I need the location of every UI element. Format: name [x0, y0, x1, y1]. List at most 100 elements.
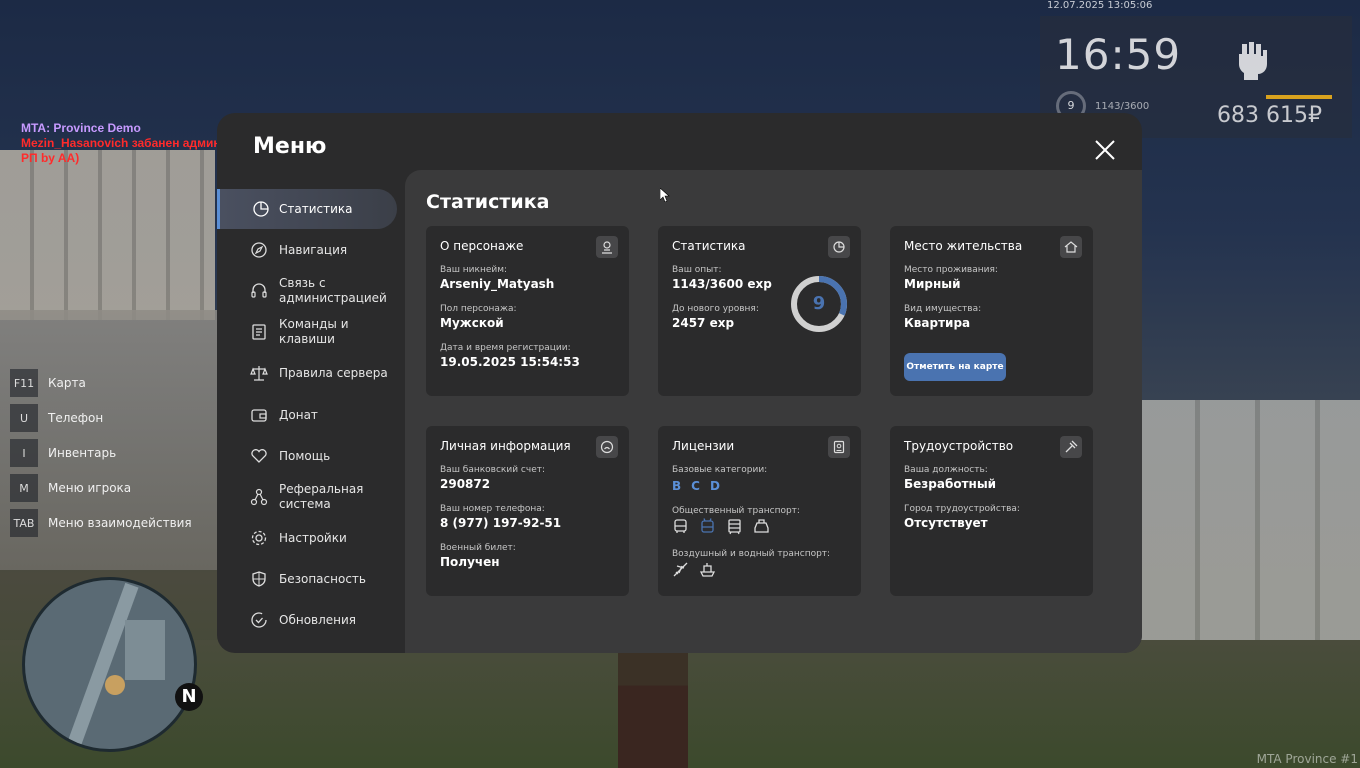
gender-value: Мужской: [440, 316, 504, 330]
license-category-d: D: [709, 479, 720, 493]
field-label: Военный билет:: [440, 543, 516, 553]
taxi-icon: [754, 519, 769, 533]
network-icon: [250, 488, 268, 506]
house-icon: [1060, 236, 1082, 258]
keybind-label: Телефон: [48, 411, 104, 425]
job-position-value: Безработный: [904, 477, 997, 491]
field-label: Дата и время регистрации:: [440, 343, 571, 353]
card-statistics: Статистика Ваш опыт: 1143/3600 exp До но…: [658, 226, 861, 396]
sidebar-item-statistics[interactable]: Статистика: [217, 189, 397, 229]
card-title: Место жительства: [904, 239, 1023, 253]
keybind-label: Инвентарь: [48, 446, 117, 460]
field-label: Ваш банковский счет:: [440, 465, 546, 475]
content-title: Статистика: [426, 191, 550, 213]
server-watermark: MTA Province #1: [1256, 752, 1358, 766]
sidebar-item-label: Настройки: [279, 530, 347, 545]
background-fence: [1140, 400, 1360, 640]
bus-icon: [674, 519, 687, 533]
registration-date-value: 19.05.2025 15:54:53: [440, 355, 580, 369]
mark-on-map-button[interactable]: Отметить на карте: [904, 353, 1006, 381]
hud-money: 683 615₽: [1217, 103, 1322, 128]
keybind-key: F11: [10, 369, 38, 397]
card-licenses: Лицензии Базовые категории: B C D Общест…: [658, 426, 861, 596]
public-transport-licenses: [672, 518, 770, 535]
pie-chart-icon: [253, 201, 269, 217]
minimap-player-marker: [105, 675, 125, 695]
sidebar-item-referral[interactable]: Реферальная система: [217, 477, 397, 517]
sidebar-item-server-rules[interactable]: Правила сервера: [217, 353, 397, 393]
field-label: Место проживания:: [904, 265, 998, 275]
sidebar-item-help[interactable]: Помощь: [217, 436, 397, 476]
menu-title: Меню: [253, 134, 327, 159]
field-label: Ваш номер телефона:: [440, 504, 545, 514]
minimap-building: [125, 620, 165, 680]
card-residence: Место жительства Место проживания: Мирны…: [890, 226, 1093, 396]
id-card-icon: [828, 436, 850, 458]
scales-icon: [250, 366, 268, 381]
field-label: Воздушный и водный транспорт:: [672, 549, 831, 559]
phone-number-value: 8 (977) 197-92-51: [440, 516, 562, 530]
keybind-key: TAB: [10, 509, 38, 537]
sidebar-item-admin-contact[interactable]: Связь с администрацией: [217, 271, 397, 311]
sidebar-item-label: Обновления: [279, 612, 357, 627]
sidebar-item-commands[interactable]: Команды и клавиши: [217, 312, 397, 352]
card-employment: Трудоустройство Ваша должность: Безработ…: [890, 426, 1093, 596]
sidebar-item-navigation[interactable]: Навигация: [217, 230, 397, 270]
card-title: О персонаже: [440, 239, 524, 253]
license-categories: B C D: [672, 479, 720, 493]
field-label: Базовые категории:: [672, 465, 768, 475]
keybind-map: F11 Карта: [10, 369, 86, 397]
keybind-label: Меню взаимодействия: [48, 516, 192, 530]
sidebar-item-donate[interactable]: Донат: [217, 395, 397, 435]
keybind-phone: U Телефон: [10, 404, 103, 432]
sidebar-item-updates[interactable]: Обновления: [217, 600, 397, 640]
sidebar-item-label: Навигация: [279, 242, 348, 257]
refresh-check-icon: [251, 612, 267, 628]
sidebar-item-label: Реферальная система: [279, 482, 364, 511]
keybind-interaction-menu: TAB Меню взаимодействия: [10, 509, 192, 537]
sidebar-item-security[interactable]: Безопасность: [217, 559, 397, 599]
air-water-licenses: [672, 561, 716, 578]
license-category-b: B: [672, 479, 682, 493]
job-city-value: Отсутствует: [904, 516, 988, 530]
keybind-key: U: [10, 404, 38, 432]
level-value: 9: [812, 293, 826, 314]
sidebar-item-settings[interactable]: Настройки: [217, 518, 397, 558]
headset-icon: [251, 283, 267, 298]
field-label: До нового уровня:: [672, 304, 759, 314]
residence-place-value: Мирный: [904, 277, 961, 291]
field-label: Ваш опыт:: [672, 265, 722, 275]
card-title: Статистика: [672, 239, 746, 253]
heart-handshake-icon: [251, 449, 267, 463]
card-personal-info: Личная информация Ваш банковский счет: 2…: [426, 426, 629, 596]
property-type-value: Квартира: [904, 316, 971, 330]
keybind-player-menu: M Меню игрока: [10, 474, 131, 502]
hud-exp: 1143/3600: [1095, 101, 1150, 112]
nickname-value: Arseniy_Matyash: [440, 277, 555, 291]
trolleybus-icon: [701, 518, 714, 533]
sidebar-item-label: Команды и клавиши: [279, 317, 349, 346]
minimap: [22, 577, 197, 752]
field-label: Ваша должность:: [904, 465, 988, 475]
compass-icon: [251, 242, 267, 258]
sidebar-item-label: Статистика: [279, 201, 353, 216]
next-level-value: 2457 exp: [672, 316, 735, 330]
card-title: Личная информация: [440, 439, 571, 453]
card-title: Лицензии: [672, 439, 735, 453]
close-icon[interactable]: [1092, 137, 1118, 163]
gear-icon: [251, 530, 267, 546]
card-title: Трудоустройство: [904, 439, 1014, 453]
license-category-c: C: [691, 479, 700, 493]
card-character: О персонаже Ваш никнейм: Arseniy_Matyash…: [426, 226, 629, 396]
sidebar-item-label: Безопасность: [279, 571, 366, 586]
minimap-north-indicator: N: [175, 683, 203, 711]
hammer-icon: [1060, 436, 1082, 458]
keybind-label: Карта: [48, 376, 86, 390]
sidebar-item-label: Правила сервера: [279, 365, 388, 380]
pie-chart-icon: [828, 236, 850, 258]
airplane-icon: [673, 562, 688, 577]
exp-value: 1143/3600 exp: [672, 277, 772, 291]
shield-icon: [252, 571, 266, 587]
hud-hunger-bar: [1266, 95, 1332, 99]
boat-icon: [699, 563, 716, 577]
